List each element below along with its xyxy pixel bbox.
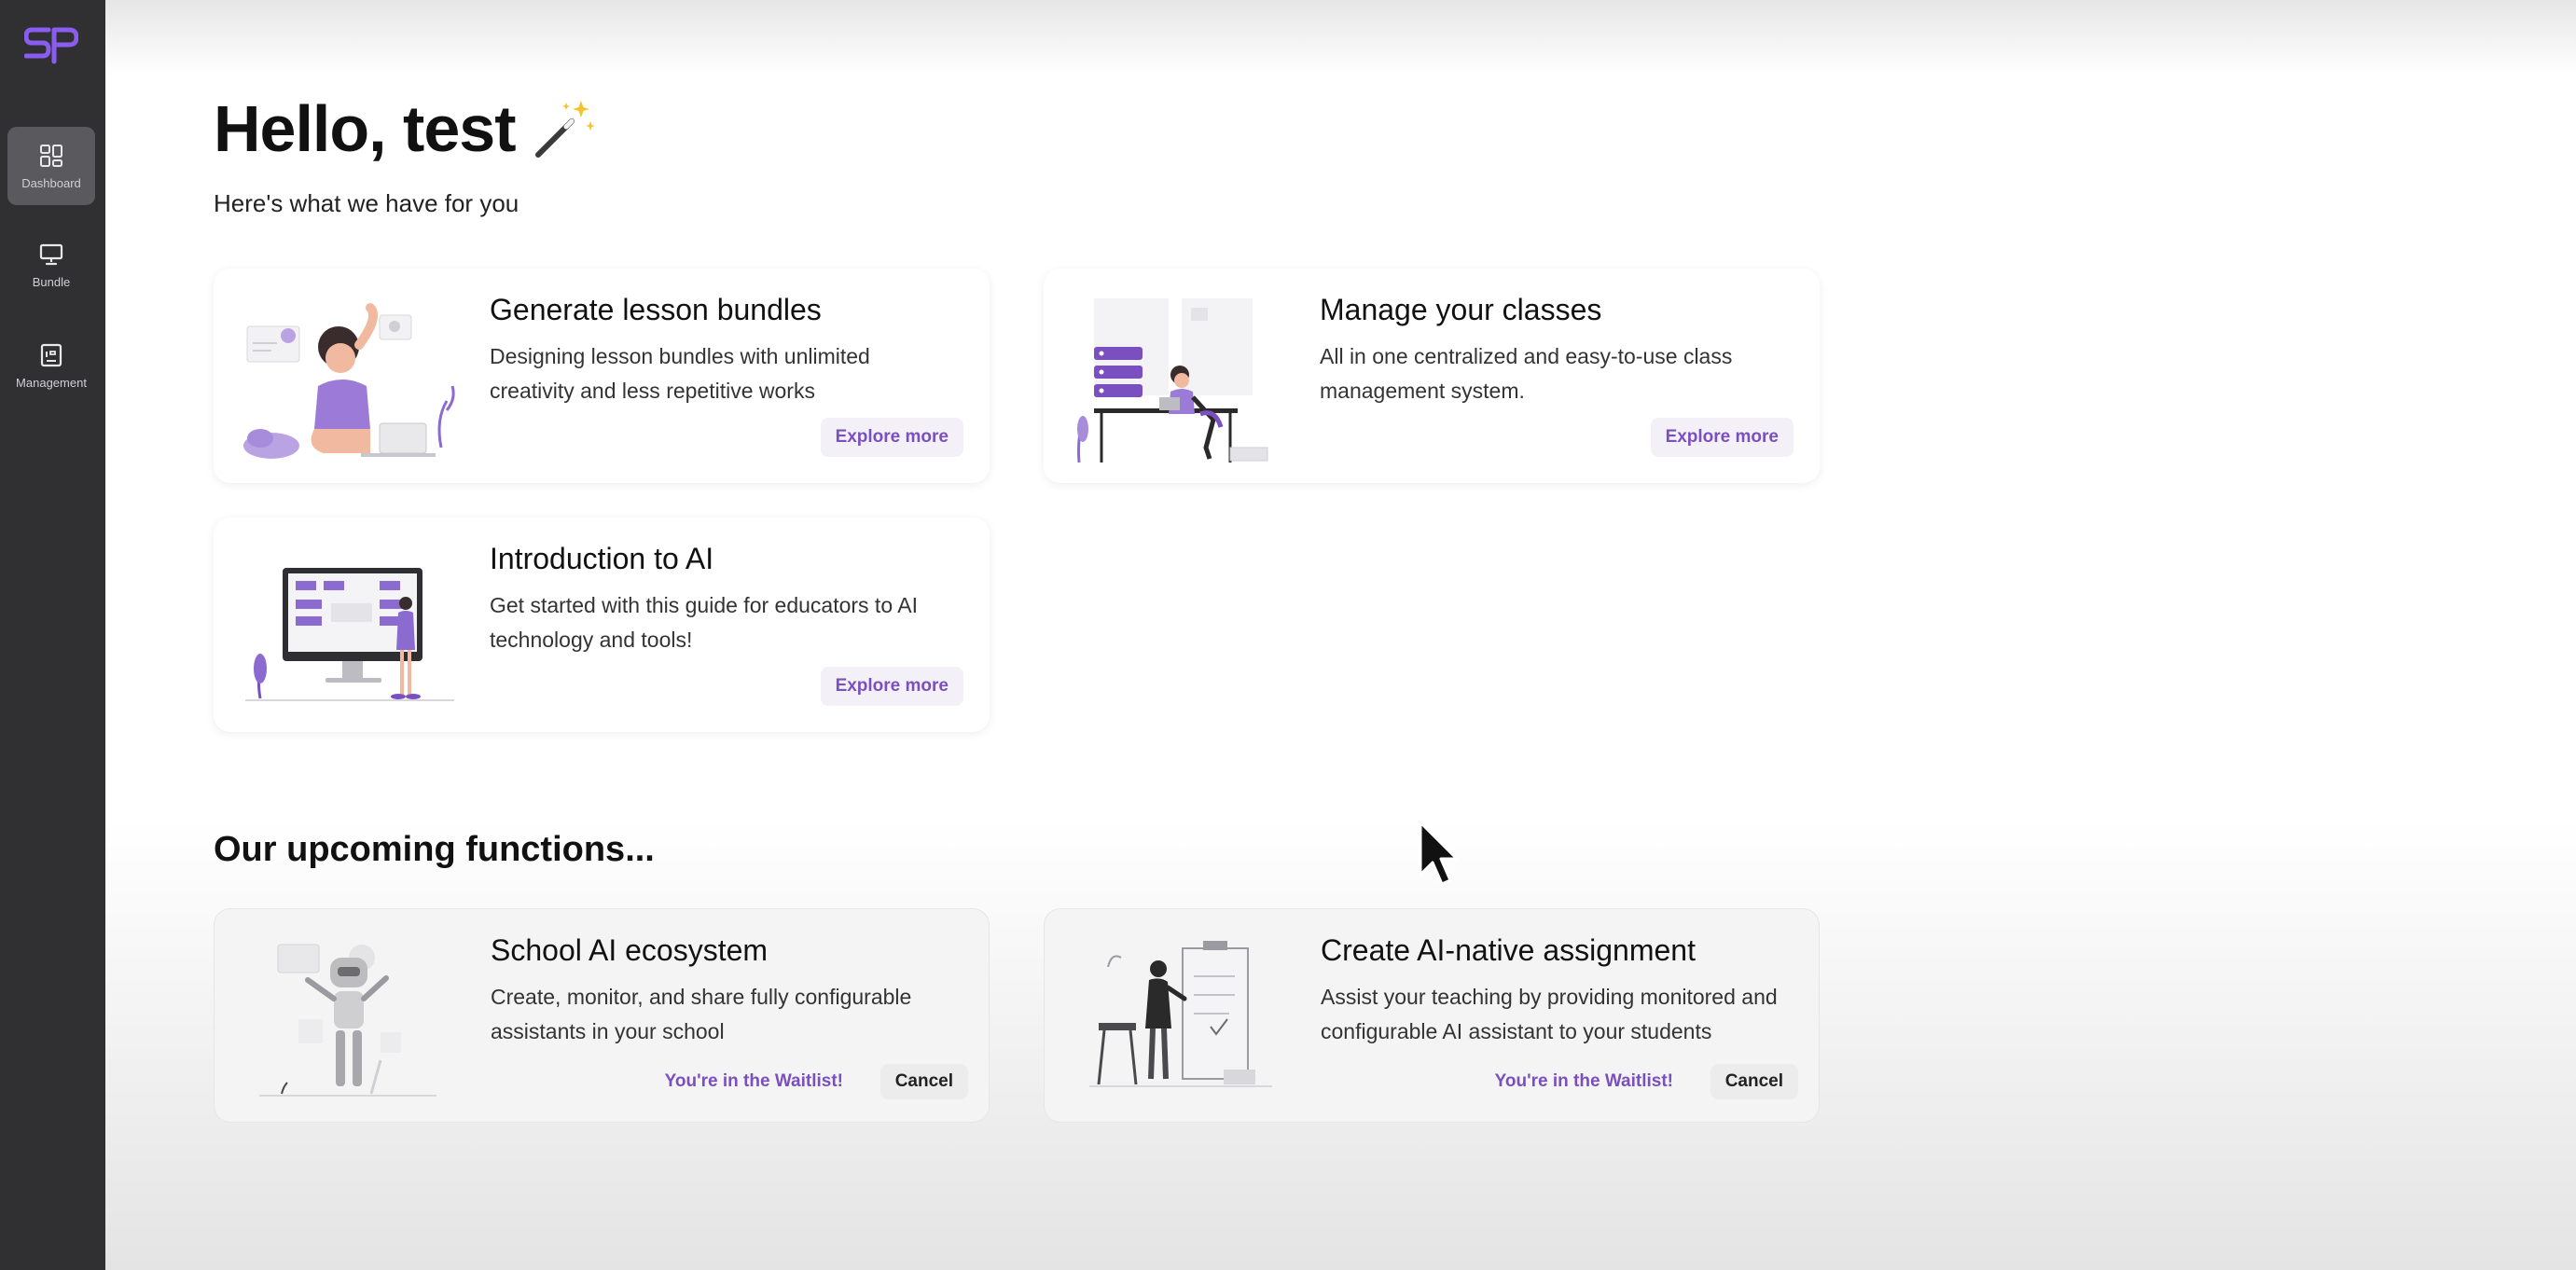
card-description: Designing lesson bundles with unlimited … [490,344,870,403]
teacher-whiteboard-illustration [1089,941,1272,1087]
feature-card-intro-ai[interactable]: Introduction to AI Get started with this… [214,518,990,732]
sp-logo-icon[interactable] [24,24,78,67]
card-description: Create, monitor, and share fully configu… [491,985,912,1043]
upcoming-card-ai-assignment: Create AI-native assignment Assist your … [1044,908,1820,1123]
robot-illustration [259,944,436,1097]
sidebar-item-management[interactable]: Management [7,326,95,405]
feature-card-lesson-bundles[interactable]: Generate lesson bundles Designing lesson… [214,269,990,483]
sidebar-item-label: Bundle [32,274,71,289]
waitlist-status: You're in the Waitlist! [1494,1071,1673,1091]
teacher-laptop-illustration [243,303,455,459]
card-description: Get started with this guide for educator… [490,593,918,652]
cancel-button[interactable]: Cancel [1710,1064,1798,1099]
explore-more-button[interactable]: Explore more [820,667,963,706]
sidebar: Dashboard Bundle Management [0,0,105,1270]
page-subtitle: Here's what we have for you [214,189,519,217]
feature-card-manage-classes[interactable]: Manage your classes All in one centraliz… [1044,269,1820,483]
sidebar-item-dashboard[interactable]: Dashboard [7,127,95,205]
sidebar-item-bundle[interactable]: Bundle [7,226,95,304]
presentation-board-icon [39,243,63,265]
card-title: School AI ecosystem [491,933,769,967]
upcoming-card-school-ai: School AI ecosystem Create, monitor, and… [214,908,990,1123]
card-description: Assist your teaching by providing monito… [1321,985,1778,1043]
sidebar-item-label: Management [16,375,87,390]
magic-wand-icon [534,101,595,158]
cancel-button[interactable]: Cancel [879,1064,968,1099]
computer-screen-illustration [245,568,454,701]
card-title: Generate lesson bundles [490,293,822,326]
card-description: All in one centralized and easy-to-use c… [1320,344,1733,403]
explore-more-button[interactable]: Explore more [1650,418,1794,457]
card-title: Introduction to AI [490,542,714,575]
sidebar-item-label: Dashboard [21,175,81,190]
card-title: Create AI-native assignment [1321,933,1696,967]
page-title: Hello, test [214,91,596,166]
office-desk-illustration [1077,298,1268,462]
card-title: Manage your classes [1320,293,1602,326]
management-id-icon [40,343,62,366]
dashboard-grid-icon [40,144,62,167]
explore-more-button[interactable]: Explore more [820,418,963,457]
mouse-cursor-icon [1419,821,1459,886]
upcoming-section-title: Our upcoming functions... [214,830,655,869]
greeting-text: Hello, test [214,92,517,165]
main-content: Hello, test Here's what we have for you [105,0,2576,1270]
waitlist-status: You're in the Waitlist! [664,1071,843,1091]
